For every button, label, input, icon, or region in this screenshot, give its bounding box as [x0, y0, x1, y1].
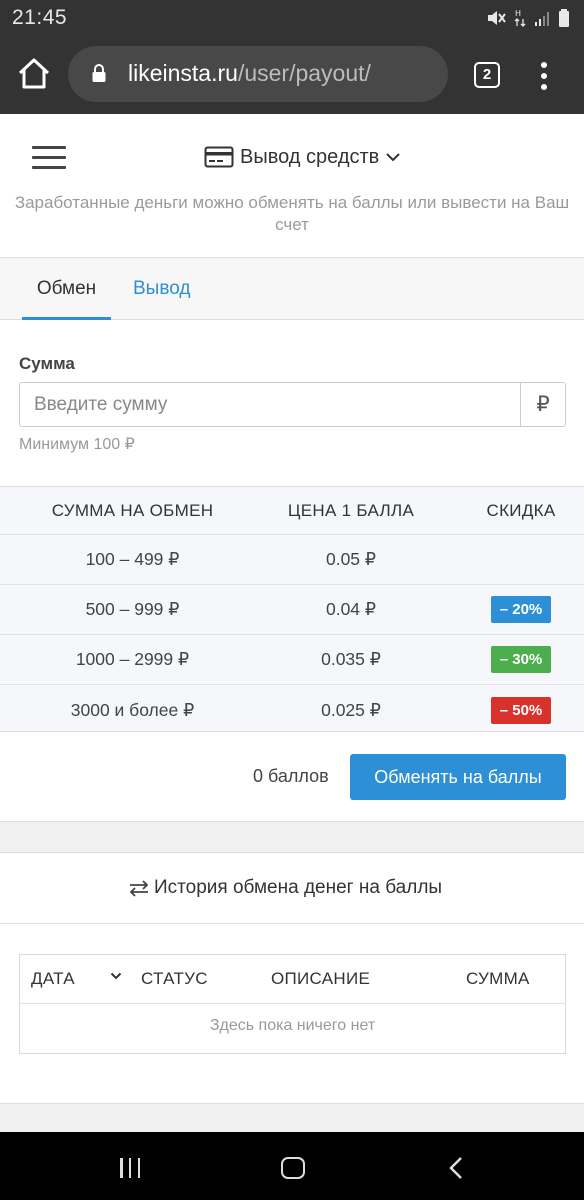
row-discount: – 20%	[437, 585, 584, 634]
network-type-icon: H	[514, 9, 526, 27]
mute-icon	[488, 11, 506, 25]
history-empty-state: Здесь пока ничего нет	[209, 1017, 376, 1034]
home-nav-icon[interactable]	[281, 1157, 305, 1179]
battery-icon	[559, 9, 569, 27]
row-price: 0.025 ₽	[321, 699, 381, 720]
amount-input[interactable]	[19, 382, 521, 427]
row-discount: – 50%	[437, 685, 584, 735]
history-table: ДАТА СТАТУС ОПИСАНИЕ СУММА Здесь пока ни…	[19, 954, 566, 1054]
row-range: 500 – 999 ₽	[85, 599, 180, 619]
header-discount: СКИДКА	[486, 500, 556, 520]
system-nav-bar	[0, 1132, 584, 1200]
recent-apps-icon[interactable]	[120, 1158, 140, 1178]
discount-badge: – 30%	[490, 646, 552, 673]
tab-exchange[interactable]: Обмен	[22, 278, 111, 320]
browser-toolbar: likeinsta.ru/user/payout/ 2	[0, 36, 584, 114]
row-discount: – 30%	[437, 635, 584, 684]
exchange-button[interactable]: Обменять на баллы	[350, 754, 566, 800]
history-table-header: ДАТА СТАТУС ОПИСАНИЕ СУММА	[20, 955, 565, 1004]
svg-text:H: H	[515, 9, 521, 18]
status-time: 21:45	[12, 6, 68, 29]
hamburger-menu-icon[interactable]	[32, 146, 66, 170]
status-bar: 21:45 H	[0, 0, 584, 36]
history-section: ДАТА СТАТУС ОПИСАНИЕ СУММА Здесь пока ни…	[0, 924, 584, 1104]
column-status: СТАТУС	[141, 969, 208, 988]
exchange-action-row: 0 баллов Обменять на баллы	[0, 732, 584, 822]
row-price: 0.035 ₽	[321, 649, 381, 669]
swap-arrows-icon	[129, 880, 149, 897]
header-price: ЦЕНА 1 БАЛЛА	[287, 500, 415, 520]
url-text[interactable]: likeinsta.ru/user/payout/	[128, 60, 371, 87]
table-row: 500 – 999 ₽ 0.04 ₽ – 20%	[0, 585, 584, 635]
price-table: СУММА НА ОБМЕН ЦЕНА 1 БАЛЛА СКИДКА 100 –…	[0, 486, 584, 732]
section-dropdown[interactable]: Вывод средств	[204, 142, 401, 172]
tabs-bar: Обмен Вывод	[0, 258, 584, 320]
page-title: Вывод средств	[240, 145, 380, 168]
address-bar[interactable]: likeinsta.ru/user/payout/	[68, 46, 448, 102]
row-range: 1000 – 2999 ₽	[75, 649, 190, 669]
chevron-down-icon	[386, 153, 401, 162]
tab-switcher-button[interactable]: 2	[474, 62, 500, 88]
sort-chevron-icon[interactable]	[110, 971, 122, 981]
discount-badge: – 50%	[490, 696, 552, 724]
page-description-section: Заработанные деньги можно обменять на ба…	[0, 188, 584, 258]
page-description: Заработанные деньги можно обменять на ба…	[14, 193, 570, 234]
amount-label: Сумма	[19, 354, 75, 373]
points-result: 0 баллов	[253, 766, 329, 786]
url-domain: likeinsta.ru	[128, 60, 238, 86]
history-title: История обмена денег на баллы	[154, 877, 443, 898]
home-icon[interactable]	[16, 56, 52, 92]
row-price: 0.04 ₽	[325, 599, 377, 619]
credit-card-icon	[204, 146, 234, 168]
price-table-header: СУММА НА ОБМЕН ЦЕНА 1 БАЛЛА СКИДКА	[0, 487, 584, 535]
column-sum: СУММА	[466, 969, 530, 988]
tab-withdraw[interactable]: Вывод	[133, 278, 190, 300]
ruble-icon: ₽	[520, 382, 566, 427]
row-range: 100 – 499 ₽	[85, 549, 180, 569]
column-date[interactable]: ДАТА	[31, 969, 75, 989]
more-vert-icon[interactable]	[532, 60, 556, 92]
header-amount: СУММА НА ОБМЕН	[51, 500, 214, 520]
history-header: История обмена денег на баллы	[0, 852, 584, 924]
table-row: 1000 – 2999 ₽ 0.035 ₽ – 30%	[0, 635, 584, 685]
history-title-group: История обмена денег на баллы	[128, 877, 442, 899]
discount-badge: – 20%	[490, 596, 552, 623]
row-price: 0.05 ₽	[325, 549, 377, 569]
url-path: /user/payout/	[237, 60, 371, 86]
exchange-form: Сумма ₽ Минимум 100 ₽	[0, 320, 584, 486]
signal-icon	[535, 12, 549, 26]
table-row: 3000 и более ₽ 0.025 ₽ – 50%	[0, 685, 584, 735]
back-icon[interactable]	[448, 1156, 464, 1180]
table-row: 100 – 499 ₽ 0.05 ₽	[0, 535, 584, 585]
amount-hint: Минимум 100 ₽	[19, 436, 135, 453]
row-discount	[437, 535, 584, 584]
lock-icon	[92, 64, 106, 82]
row-range: 3000 и более ₽	[70, 699, 195, 720]
status-icons: H	[486, 7, 570, 29]
column-description: ОПИСАНИЕ	[271, 969, 371, 988]
